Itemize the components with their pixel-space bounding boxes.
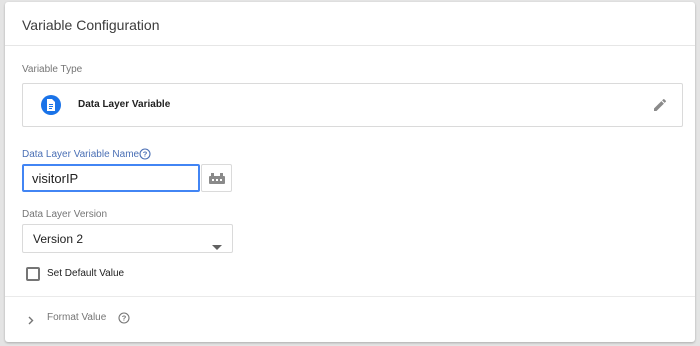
- panel-header: Variable Configuration: [5, 2, 695, 46]
- default-value-checkbox[interactable]: [26, 267, 40, 281]
- help-icon[interactable]: ?: [118, 311, 130, 329]
- data-layer-version-select[interactable]: Version 2: [22, 224, 233, 253]
- variable-configuration-panel: Variable Configuration Variable Type Dat…: [5, 2, 695, 342]
- chevron-right-icon: [28, 312, 34, 330]
- variable-name-input[interactable]: [22, 164, 200, 192]
- format-value-toggle[interactable]: Format Value ?: [22, 307, 222, 327]
- data-layer-version-label: Data Layer Version: [22, 209, 108, 220]
- version-selected-value: Version 2: [33, 232, 84, 246]
- dropdown-arrow-icon: [212, 237, 222, 255]
- data-layer-document-icon: [41, 95, 61, 115]
- default-value-label: Set Default Value: [47, 268, 125, 279]
- variable-name-label: Data Layer Variable Name: [22, 149, 140, 160]
- section-divider: [5, 296, 695, 297]
- variable-picker-button[interactable]: [201, 164, 232, 192]
- variable-type-name: Data Layer Variable: [78, 99, 171, 110]
- svg-text:?: ?: [143, 150, 148, 159]
- svg-text:?: ?: [122, 314, 127, 323]
- panel-title: Variable Configuration: [22, 17, 160, 33]
- format-value-label: Format Value: [47, 312, 107, 323]
- help-icon[interactable]: ?: [139, 147, 151, 165]
- variable-type-label: Variable Type: [22, 64, 83, 75]
- variable-type-selector[interactable]: Data Layer Variable: [22, 83, 683, 127]
- pencil-icon[interactable]: [652, 97, 668, 118]
